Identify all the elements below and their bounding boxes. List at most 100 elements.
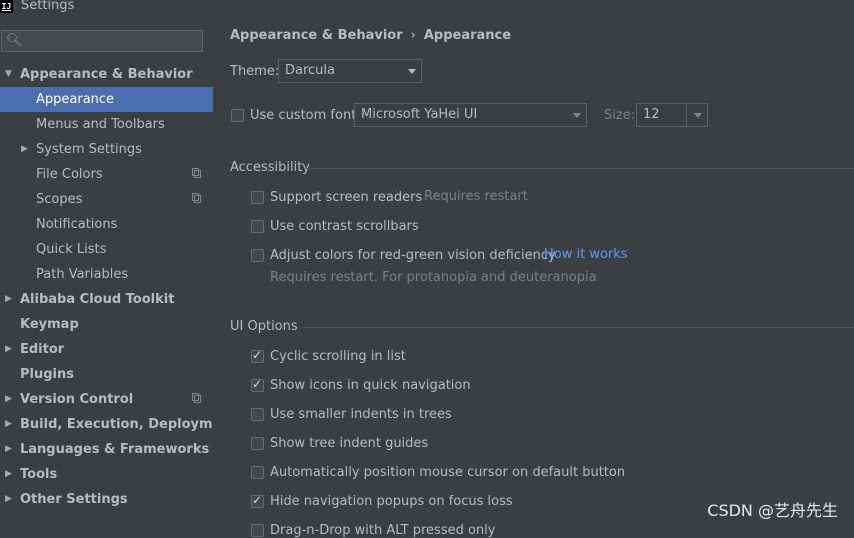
breadcrumb-separator: › — [410, 28, 416, 43]
section-divider — [306, 168, 854, 169]
sidebar-item-label: Other Settings — [20, 492, 128, 507]
drag-n-drop-checkbox[interactable] — [251, 524, 264, 537]
sidebar-item-appearance-behavior[interactable]: ▼ Appearance & Behavior — [0, 62, 213, 87]
sidebar-item-keymap[interactable]: Keymap — [0, 312, 213, 337]
show-icons-checkbox[interactable] — [251, 377, 264, 392]
mouse-cursor-label: Automatically position mouse cursor on d… — [270, 465, 626, 480]
hide-popups-checkbox[interactable] — [251, 493, 264, 508]
mouse-cursor-checkbox[interactable] — [251, 466, 264, 479]
drag-n-drop-label: Drag-n-Drop with ALT pressed only — [270, 523, 496, 538]
smaller-indents-label: Use smaller indents in trees — [270, 407, 452, 422]
sidebar-item-editor[interactable]: ▶ Editor — [0, 337, 213, 362]
chevron-down-icon — [573, 113, 581, 118]
indent-guides-checkbox[interactable] — [251, 437, 264, 450]
font-dropdown[interactable]: Microsoft YaHei UI — [354, 103, 587, 127]
sidebar-item-label: Tools — [20, 467, 58, 482]
color-deficiency-label: Adjust colors for red-green vision defic… — [270, 248, 556, 263]
sidebar-item-appearance[interactable]: Appearance — [0, 87, 213, 112]
sidebar-item-system-settings[interactable]: ▶ System Settings — [0, 137, 213, 162]
font-value: Microsoft YaHei UI — [361, 107, 478, 122]
sidebar-item-quick-lists[interactable]: Quick Lists — [0, 237, 213, 262]
breadcrumb: Appearance & Behavior › Appearance — [230, 28, 511, 43]
custom-font-label: Use custom font: — [250, 108, 361, 123]
color-deficiency-hint: Requires restart. For protanopia and deu… — [270, 270, 597, 285]
screen-readers-label: Support screen readers — [270, 190, 423, 205]
screen-readers-checkbox[interactable] — [251, 191, 264, 204]
sidebar-item-path-variables[interactable]: Path Variables — [0, 262, 213, 287]
collapsed-arrow-icon: ▶ — [5, 344, 12, 354]
custom-font-checkbox[interactable] — [231, 109, 244, 122]
theme-dropdown[interactable]: Darcula — [278, 59, 422, 83]
indent-guides-label: Show tree indent guides — [270, 436, 429, 451]
breadcrumb-parent[interactable]: Appearance & Behavior — [230, 28, 403, 43]
sidebar-item-label: Appearance & Behavior — [20, 67, 193, 82]
sidebar-item-version-control[interactable]: ▶ Version Control — [0, 387, 213, 412]
sidebar-item-label: Keymap — [20, 317, 79, 332]
sidebar-item-label: Scopes — [36, 192, 83, 207]
sidebar-item-other-settings[interactable]: ▶ Other Settings — [0, 487, 213, 512]
combo-divider — [686, 104, 687, 126]
sidebar-item-tools[interactable]: ▶ Tools — [0, 462, 213, 487]
hide-popups-label: Hide navigation popups on focus loss — [270, 494, 513, 509]
collapsed-arrow-icon: ▶ — [5, 444, 12, 454]
color-deficiency-checkbox[interactable] — [251, 249, 264, 262]
breadcrumb-current: Appearance — [423, 28, 512, 43]
sidebar-item-label: Languages & Frameworks — [20, 442, 210, 457]
watermark: CSDN @艺舟先生 — [707, 501, 838, 520]
sidebar-item-label: Menus and Toolbars — [36, 117, 165, 132]
theme-label: Theme: — [230, 64, 280, 79]
sidebar-item-file-colors[interactable]: File Colors — [0, 162, 213, 187]
collapsed-arrow-icon: ▶ — [5, 394, 12, 404]
font-size-dropdown[interactable]: 12 — [636, 103, 708, 127]
project-settings-icon — [192, 168, 201, 178]
title-bar: IJ Settings — [0, 0, 854, 17]
search-input[interactable]: 🔍︎ — [1, 30, 203, 52]
sidebar-item-label: Quick Lists — [36, 242, 107, 257]
size-label: Size: — [604, 108, 636, 123]
cyclic-scrolling-label: Cyclic scrolling in list — [270, 349, 406, 364]
theme-value: Darcula — [285, 63, 336, 78]
sidebar-item-label: File Colors — [36, 167, 103, 182]
sidebar-item-notifications[interactable]: Notifications — [0, 212, 213, 237]
sidebar-item-build-execution-deployment[interactable]: ▶ Build, Execution, Deployment — [0, 412, 237, 437]
sidebar-item-label: Path Variables — [36, 267, 129, 282]
sidebar-item-label: Notifications — [36, 217, 118, 232]
sidebar-item-label: Build, Execution, Deployment — [20, 417, 237, 432]
screen-readers-hint: Requires restart — [424, 189, 528, 204]
sidebar-item-menus-toolbars[interactable]: Menus and Toolbars — [0, 112, 213, 137]
settings-sidebar: 🔍︎ ▼ Appearance & Behavior Appearance Me… — [0, 17, 237, 530]
settings-content: Appearance & Behavior › Appearance Theme: … — [213, 17, 854, 538]
ui-options-section-title: UI Options — [230, 319, 298, 334]
sidebar-item-label: Editor — [20, 342, 65, 357]
sidebar-item-alibaba-cloud-toolkit[interactable]: ▶ Alibaba Cloud Toolkit — [0, 287, 213, 312]
sidebar-item-label: Alibaba Cloud Toolkit — [20, 292, 175, 307]
sidebar-item-label: Version Control — [20, 392, 134, 407]
accessibility-section-title: Accessibility — [230, 160, 310, 175]
sidebar-item-scopes[interactable]: Scopes — [0, 187, 213, 212]
app-icon: IJ — [0, 0, 13, 13]
project-settings-icon — [192, 393, 201, 403]
sidebar-item-label: System Settings — [36, 142, 142, 157]
chevron-down-icon — [408, 69, 416, 74]
sidebar-item-label: Appearance — [36, 92, 115, 107]
section-divider — [303, 327, 854, 328]
search-icon: 🔍︎ — [6, 33, 23, 48]
chevron-down-icon — [694, 113, 702, 118]
collapsed-arrow-icon: ▶ — [21, 144, 28, 154]
expanded-arrow-icon: ▼ — [5, 69, 12, 79]
project-settings-icon — [192, 193, 201, 203]
window-title: Settings — [21, 0, 75, 13]
font-size-value: 12 — [643, 107, 660, 122]
sidebar-item-languages-frameworks[interactable]: ▶ Languages & Frameworks — [0, 437, 213, 462]
show-icons-label: Show icons in quick navigation — [270, 378, 471, 393]
contrast-scrollbars-label: Use contrast scrollbars — [270, 219, 419, 234]
collapsed-arrow-icon: ▶ — [5, 494, 12, 504]
cyclic-scrolling-checkbox[interactable] — [251, 348, 264, 363]
collapsed-arrow-icon: ▶ — [5, 469, 12, 479]
sidebar-item-label: Plugins — [20, 367, 74, 382]
collapsed-arrow-icon: ▶ — [5, 294, 12, 304]
smaller-indents-checkbox[interactable] — [251, 408, 264, 421]
how-it-works-link[interactable]: How it works — [544, 247, 628, 262]
sidebar-item-plugins[interactable]: Plugins — [0, 362, 213, 387]
contrast-scrollbars-checkbox[interactable] — [251, 220, 264, 233]
